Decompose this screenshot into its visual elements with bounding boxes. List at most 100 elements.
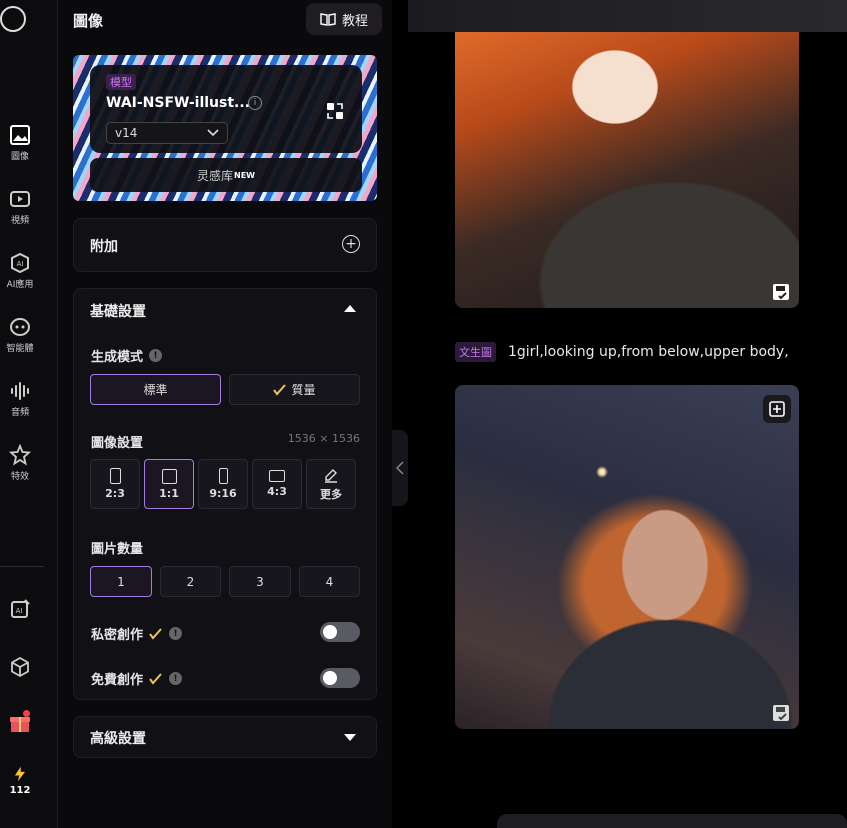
count-value: 1 (117, 574, 125, 589)
info-icon[interactable]: i (248, 96, 262, 110)
image-settings-label-row: 圖像設置 (91, 432, 143, 451)
effects-icon (9, 444, 31, 466)
nav-ai-app[interactable]: AI AI應用 (0, 252, 40, 290)
expand-caret-icon[interactable] (344, 734, 356, 741)
private-toggle[interactable] (320, 622, 360, 642)
app-logo[interactable] (0, 6, 26, 32)
count-2-button[interactable]: 2 (160, 566, 221, 597)
text-to-image-badge: 文生圖 (455, 342, 496, 362)
ratio-2-3-button[interactable]: 2:3 (90, 459, 140, 509)
prompt-row: 文生圖 1girl,looking up,from below,upper bo… (455, 342, 789, 362)
prompt-text[interactable]: 1girl,looking up,from below,upper body, (508, 344, 789, 360)
nav-ai-edit[interactable]: AI (0, 598, 40, 620)
count-3-button[interactable]: 3 (229, 566, 291, 597)
info-icon[interactable]: ! (169, 627, 183, 640)
credits-counter[interactable]: 112 (0, 766, 40, 796)
count-value: 2 (186, 574, 195, 589)
add-image-button[interactable] (763, 395, 791, 423)
addon-section[interactable]: 附加 + (73, 218, 377, 272)
nav-image[interactable]: 圖像 (0, 124, 40, 162)
nav-gift[interactable] (0, 710, 40, 734)
free-toggle[interactable] (320, 668, 360, 688)
nav-audio-label: 音頻 (10, 408, 29, 418)
edit-pencil-icon (325, 468, 337, 483)
info-icon[interactable]: ! (149, 349, 163, 362)
swap-model-icon[interactable] (325, 101, 345, 121)
model-card: 模型 WAI-NSFW-illust... i v14 灵感库 NEW (73, 55, 377, 201)
save-icon[interactable] (771, 703, 791, 723)
basic-settings-section: 基礎設置 生成模式 ! 標準 質量 圖像設置 1536 × 1536 2:3 1… (73, 288, 377, 700)
nav-effects[interactable]: 特效 (0, 444, 40, 482)
nav-audio[interactable]: 音頻 (0, 380, 40, 418)
model-tag: 模型 (106, 74, 136, 90)
video-icon (10, 191, 30, 207)
settings-panel: 圖像 教程 模型 WAI-NSFW-illust... i v14 灵感库 NEW… (58, 0, 392, 828)
nav-effects-label: 特效 (10, 472, 29, 482)
generated-image-2[interactable] (455, 385, 799, 729)
tutorial-label: 教程 (341, 13, 368, 29)
model-selector[interactable]: 模型 WAI-NSFW-illust... i v14 (90, 65, 362, 153)
nav-agent-label: 智能體 (6, 344, 34, 354)
addon-title: 附加 (90, 239, 118, 255)
results-area: 文生圖 1girl,looking up,from below,upper bo… (392, 0, 847, 828)
count-label: 圖片數量 (91, 542, 144, 557)
ratio-9-16-button[interactable]: 9:16 (198, 459, 248, 509)
ratio-shape-icon (218, 468, 228, 484)
library-label: 灵感库 (197, 168, 234, 183)
private-label: 私密創作 (91, 628, 144, 643)
advanced-settings-section[interactable]: 高級設置 (73, 716, 377, 758)
image-icon (10, 125, 30, 145)
nav-video[interactable]: 視頻 (0, 188, 40, 226)
nav-3d[interactable] (0, 656, 40, 678)
count-1-button[interactable]: 1 (90, 566, 152, 597)
ratio-label: 2:3 (105, 487, 125, 500)
basic-settings-title: 基礎設置 (90, 304, 146, 320)
count-value: 3 (256, 574, 264, 589)
inspiration-library-button[interactable]: 灵感库 NEW (90, 158, 362, 192)
ratio-label: 1:1 (159, 486, 179, 500)
ratio-more-button[interactable]: 更多 (306, 459, 356, 509)
version-select[interactable]: v14 (106, 122, 228, 144)
ratio-1-1-button[interactable]: 1:1 (144, 459, 194, 509)
ratio-label: 更多 (320, 487, 342, 501)
generated-image-1[interactable] (455, 32, 799, 308)
audio-icon (11, 382, 29, 400)
collapse-panel-handle[interactable] (392, 430, 408, 506)
svg-text:AI: AI (17, 260, 24, 268)
ai-app-icon: AI (11, 252, 29, 274)
nav-image-label: 圖像 (10, 152, 29, 162)
add-circle-icon[interactable]: + (342, 235, 360, 253)
image-dimensions: 1536 × 1536 (287, 432, 360, 445)
count-label-row: 圖片數量 (91, 538, 143, 557)
credits-value: 112 (9, 785, 31, 796)
collapse-caret-icon[interactable] (344, 305, 356, 312)
panel-title: 圖像 (73, 12, 104, 30)
info-icon[interactable]: ! (169, 672, 183, 685)
mode-quality-button[interactable]: 質量 (229, 374, 360, 405)
bottom-input-bar[interactable] (497, 814, 847, 828)
ratio-4-3-button[interactable]: 4:3 (252, 459, 302, 509)
premium-pen-icon (149, 627, 162, 640)
chevron-down-icon (207, 129, 219, 137)
lightning-icon (14, 766, 26, 782)
tutorial-button[interactable]: 教程 (306, 3, 382, 35)
ratio-shape-icon (161, 468, 177, 484)
ai-edit-icon: AI (11, 599, 30, 618)
chevron-left-icon (396, 461, 404, 475)
count-4-button[interactable]: 4 (299, 566, 360, 597)
nav-agent[interactable]: 智能體 (0, 316, 40, 354)
svg-text:AI: AI (16, 607, 23, 615)
count-value: 4 (325, 574, 334, 589)
premium-pen-icon (273, 383, 287, 396)
new-badge: NEW (234, 170, 255, 180)
book-icon (320, 13, 336, 26)
ratio-label: 4:3 (267, 485, 287, 498)
mode-standard-button[interactable]: 標準 (90, 374, 221, 405)
ratio-shape-icon (269, 470, 285, 482)
nav-video-label: 視頻 (10, 216, 29, 226)
mode-standard-label: 標準 (143, 383, 168, 397)
notification-dot (23, 710, 30, 717)
rail-divider (0, 566, 44, 567)
save-icon[interactable] (771, 282, 791, 302)
mode-label-row: 生成模式 ! (91, 346, 163, 365)
